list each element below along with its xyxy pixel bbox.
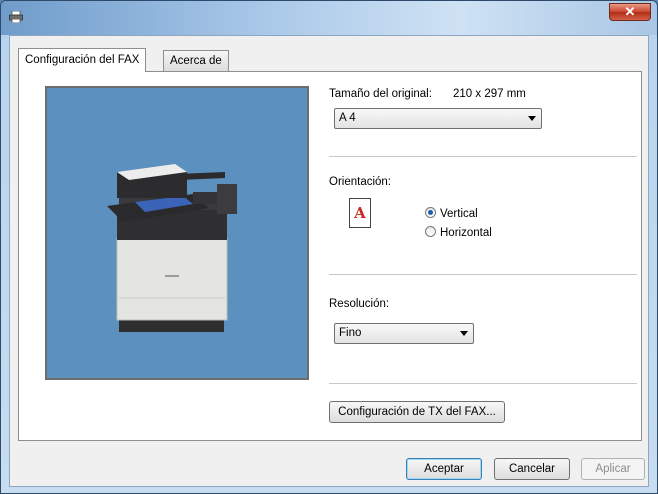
original-size-select[interactable]: A 4 bbox=[334, 108, 542, 129]
divider bbox=[329, 383, 637, 384]
chevron-down-icon bbox=[528, 116, 536, 121]
cancel-button[interactable]: Cancelar bbox=[494, 458, 570, 480]
tab-about[interactable]: Acerca de bbox=[163, 50, 229, 71]
cancel-label: Cancelar bbox=[508, 463, 556, 475]
fax-tx-settings-label: Configuración de TX del FAX... bbox=[338, 406, 496, 418]
tab-label: Configuración del FAX bbox=[25, 54, 140, 66]
original-size-value: A 4 bbox=[339, 112, 356, 124]
dialog-window: ✕ Configuración del FAX Acerca de Tamaño… bbox=[0, 0, 658, 494]
chevron-down-icon bbox=[460, 331, 468, 336]
apply-button[interactable]: Aplicar bbox=[581, 458, 645, 480]
orientation-preview-icon: A bbox=[349, 198, 371, 228]
device-preview bbox=[45, 86, 309, 380]
radio-vertical[interactable] bbox=[425, 207, 436, 219]
apply-label: Aplicar bbox=[595, 463, 631, 475]
orientation-horizontal-option[interactable]: Horizontal bbox=[425, 225, 492, 241]
divider bbox=[329, 274, 637, 275]
orientation-label: Orientación: bbox=[329, 176, 392, 188]
tab-fax-settings[interactable]: Configuración del FAX bbox=[18, 48, 147, 72]
orientation-horizontal-label: Horizontal bbox=[440, 227, 492, 239]
divider bbox=[329, 156, 637, 157]
tab-label: Acerca de bbox=[170, 55, 222, 67]
orientation-vertical-option[interactable]: Vertical bbox=[425, 206, 478, 222]
ok-label: Aceptar bbox=[424, 463, 464, 475]
printer-icon bbox=[9, 11, 23, 23]
close-button[interactable]: ✕ bbox=[609, 3, 651, 21]
resolution-label: Resolución: bbox=[329, 298, 390, 310]
dialog-client-area: Configuración del FAX Acerca de Tamaño d… bbox=[9, 35, 649, 487]
tab-panel: Tamaño del original: 210 x 297 mm A 4 Or… bbox=[18, 71, 642, 441]
original-size-label: Tamaño del original: bbox=[329, 88, 432, 100]
resolution-value: Fino bbox=[339, 327, 362, 339]
printer-image bbox=[107, 164, 237, 332]
orientation-vertical-label: Vertical bbox=[440, 208, 478, 220]
fax-tx-settings-button[interactable]: Configuración de TX del FAX... bbox=[329, 401, 505, 423]
title-bar[interactable]: ✕ bbox=[1, 1, 657, 35]
original-size-dimensions: 210 x 297 mm bbox=[453, 88, 526, 100]
radio-horizontal[interactable] bbox=[425, 226, 436, 238]
resolution-select[interactable]: Fino bbox=[334, 323, 474, 344]
orientation-letter: A bbox=[354, 204, 366, 222]
ok-button[interactable]: Aceptar bbox=[406, 458, 482, 480]
close-icon: ✕ bbox=[624, 4, 636, 19]
